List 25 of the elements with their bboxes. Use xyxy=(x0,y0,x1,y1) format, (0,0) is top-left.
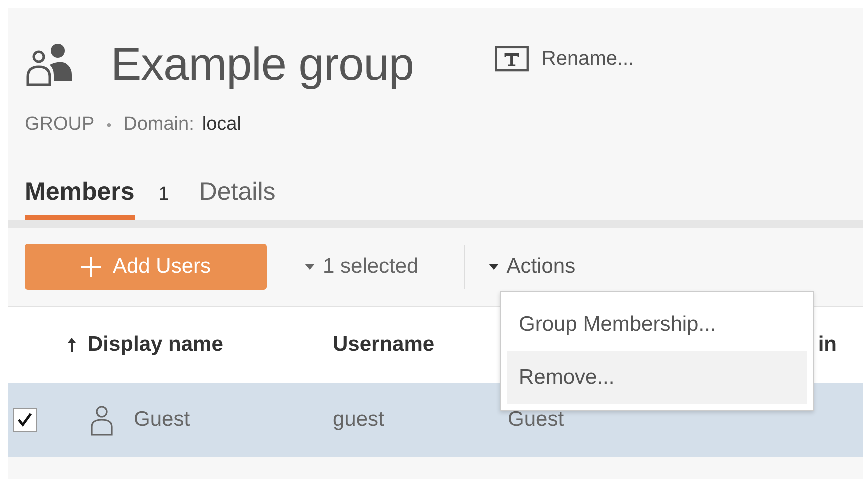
group-title: Example group xyxy=(111,37,414,91)
table-cell: guest xyxy=(333,408,384,432)
group-icon xyxy=(25,41,73,87)
user-icon xyxy=(90,404,114,436)
column-header[interactable]: Username xyxy=(333,333,435,357)
text-icon xyxy=(494,46,530,72)
separator-dot: • xyxy=(106,117,112,133)
actions-dropdown[interactable]: Actions xyxy=(488,255,576,279)
column-header[interactable]: Display name xyxy=(88,333,224,357)
plus-icon xyxy=(80,257,101,277)
check-icon xyxy=(17,412,33,428)
table-cell: Guest xyxy=(134,408,190,432)
table-cell: Guest xyxy=(508,408,564,432)
column-header[interactable]: in xyxy=(818,333,837,357)
tab[interactable]: Details xyxy=(199,178,276,220)
caret-icon xyxy=(488,264,499,270)
menu-item[interactable]: Group Membership... xyxy=(507,298,807,351)
domain-label: Domain: xyxy=(124,114,194,136)
caret-icon xyxy=(305,264,315,270)
group-type: GROUP xyxy=(25,114,95,136)
checkbox[interactable] xyxy=(13,408,37,432)
selection-dropdown[interactable]: 1 selected xyxy=(305,255,419,279)
menu-item[interactable]: Remove... xyxy=(507,351,807,404)
domain-value: local xyxy=(202,114,242,136)
rename-button[interactable]: Rename... xyxy=(494,46,634,72)
